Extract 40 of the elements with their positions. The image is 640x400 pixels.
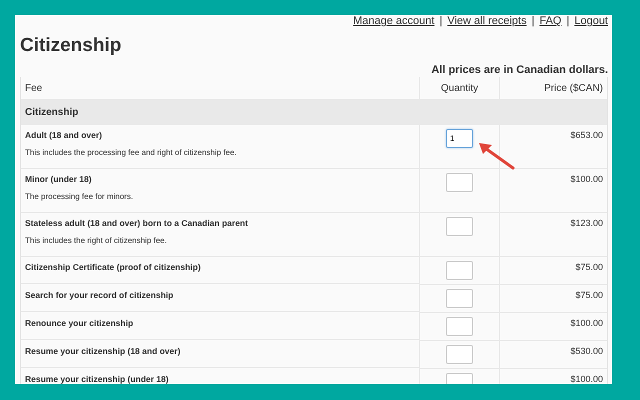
price: $100.00 (570, 318, 603, 328)
price: $653.00 (570, 130, 603, 140)
quantity-field[interactable] (446, 217, 473, 236)
column-header: Price ($CAN) (544, 82, 603, 96)
fee-name: Resume your citizenship (18 and over) (25, 345, 182, 357)
link-separator: | (566, 15, 570, 28)
nav-link[interactable]: FAQ (539, 15, 562, 28)
fee-name: Adult (18 and over) (25, 129, 103, 141)
arrow-annotation (477, 140, 517, 172)
nav-link[interactable]: View all receipts (447, 15, 527, 28)
fee-name: Minor (under 18) (25, 173, 93, 185)
fee-name: Resume your citizenship (under 18) (25, 373, 170, 384)
price: $75.00 (575, 262, 603, 272)
link-separator: | (439, 15, 442, 28)
fee-description: This includes the processing fee and right of citizenship fee. (25, 147, 238, 158)
quantity-field[interactable]: 1 (446, 129, 473, 148)
price: $100.00 (570, 174, 603, 184)
fee-name: Renounce your citizenship (25, 317, 134, 329)
fee-description: The processing fee for minors. (25, 191, 134, 202)
price: $530.00 (570, 346, 603, 356)
quantity-field[interactable] (446, 173, 473, 192)
quantity-field[interactable] (446, 317, 473, 336)
quantity-field[interactable] (446, 261, 473, 280)
group-header: Citizenship (20, 100, 608, 125)
quantity-field[interactable] (446, 345, 473, 364)
column-header: Fee (25, 82, 42, 96)
price: $75.00 (575, 290, 603, 300)
nav-link[interactable]: Logout (574, 15, 608, 28)
currency-note: All prices are in Canadian dollars. (430, 63, 608, 77)
nav-link[interactable]: Manage account (353, 15, 434, 28)
quantity-field[interactable] (446, 289, 473, 308)
link-separator: | (532, 15, 534, 28)
fee-name: Citizenship Certificate (proof of citizenship) (25, 261, 202, 273)
price: $123.00 (570, 218, 603, 228)
column-header: Quantity (440, 82, 478, 96)
page-title: Citizenship (20, 34, 122, 58)
price: $100.00 (570, 374, 603, 384)
fee-description: This includes the right of citizenship fee. (25, 235, 168, 246)
fee-name: Search for your record of citizenship (25, 289, 174, 301)
fee-name: Stateless adult (18 and over) born to a Canadian parent (25, 217, 249, 229)
